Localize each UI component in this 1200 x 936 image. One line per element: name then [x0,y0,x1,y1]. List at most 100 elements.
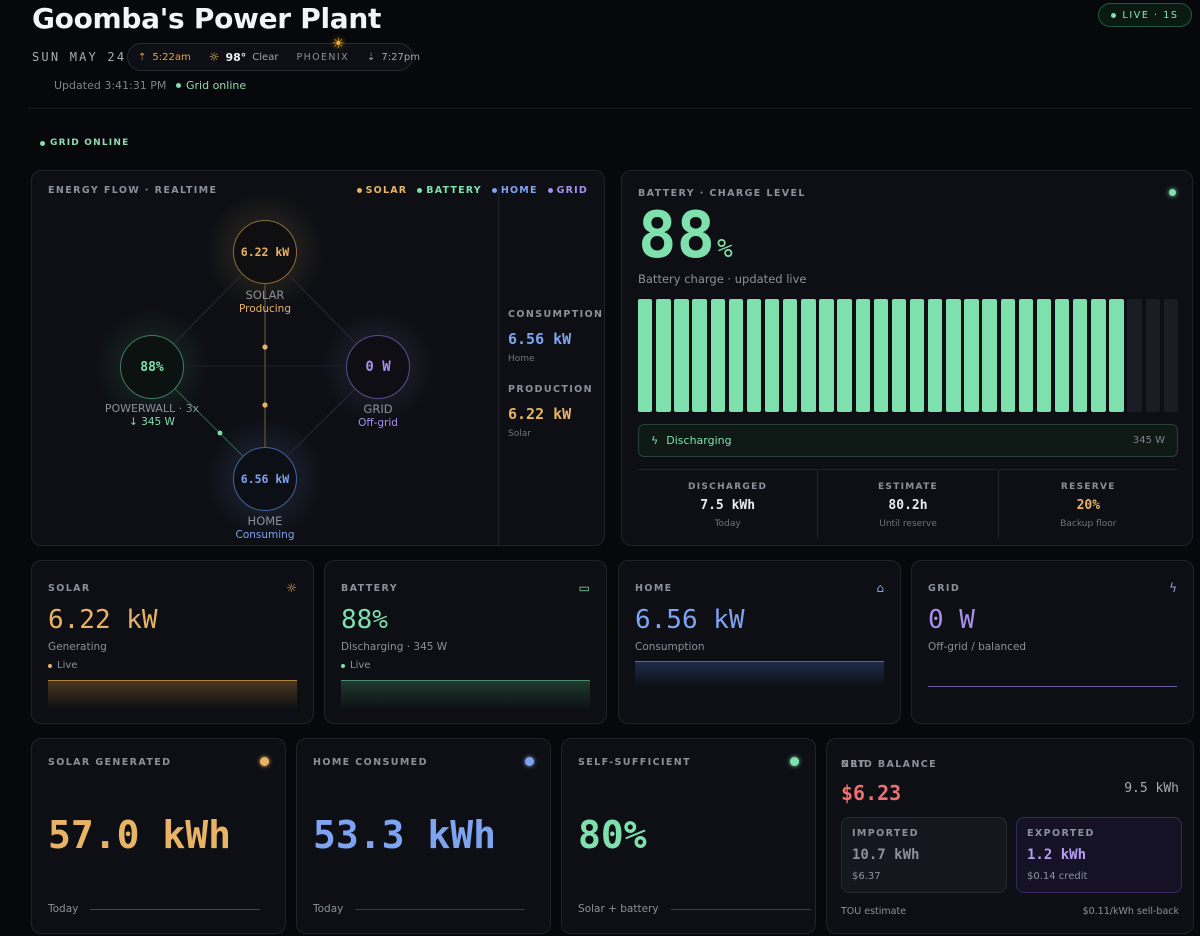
net-label: NET [841,759,867,770]
temperature: 98° [225,50,247,64]
net-value: 9.5 kWh [1124,781,1179,796]
grid-node: 0 W [346,335,410,399]
battery-bar-filled [638,299,653,412]
battery-bar-empty [1163,299,1179,412]
battery-bar-filled [928,299,943,412]
battery-status-dot-icon [1169,189,1176,196]
powerwall-node: 88% [120,335,184,399]
battery-level-unit: % [717,234,733,264]
house-icon: ⌂ [876,581,884,595]
battery-status-power: 345 W [1132,435,1165,446]
status-dot-icon [176,83,181,88]
exported-box: EXPORTED 1.2 kWh $0.14 credit [1016,817,1182,893]
stat-sub: Until reserve [879,519,937,529]
battery-bar-empty [1127,299,1142,412]
metric-label: SOLAR [48,583,91,594]
battery-subtitle: Battery charge · updated live [638,272,807,286]
metric-label: GRID [928,583,961,594]
imported-cost: $6.37 [852,871,881,882]
sunrise-time: 5:22am [152,51,191,63]
exported-label: EXPORTED [1027,828,1095,839]
sun-icon: ☼ [286,581,297,595]
metric-value: 6.56 kW [635,605,745,635]
imported-value: 10.7 kWh [852,847,920,863]
battery-bar-filled [710,299,725,412]
battery-bar-filled [674,299,689,412]
weather-condition: Clear [252,51,279,63]
battery-level-value: 88 [638,199,716,273]
consumption-value: 6.56 kW [508,330,572,348]
battery-bar-filled [873,299,889,412]
total-foot: Today [48,903,261,915]
exported-cost: $0.14 credit [1027,871,1088,882]
grid-online-tag: GRID ONLINE [40,138,129,148]
stat-label: ESTIMATE [877,482,938,492]
stat-reserve: RESERVE 20% Backup floor [999,470,1178,539]
battery-bar-empty [1145,299,1160,412]
live-indicator: Live [48,660,77,671]
battery-title: BATTERY · CHARGE LEVEL [638,188,806,199]
home-node: 6.56 kW [233,447,297,511]
total-label: HOME CONSUMED [313,757,428,768]
home-label: HOME [247,514,283,528]
total-foot: Solar + battery [578,903,811,915]
total-foot: Today [313,903,526,915]
home-dot-icon [525,757,534,766]
bolt-icon: ϟ [651,434,659,447]
grid-sparkline [928,686,1177,687]
flow-dot-solar [262,402,268,408]
battery-bar-filled [692,299,707,412]
production-summary: PRODUCTION 6.22 kW Solar [508,384,593,439]
powerwall-node-label: POWERWALL · 3x ↓ 345 W [92,402,212,428]
total-label: SELF-SUFFICIENT [578,757,692,768]
self-sufficient-card: SELF-SUFFICIENT 80% Solar + battery [561,738,816,934]
legend-grid: GRID [547,185,588,196]
home-metric-card: HOME ⌂ 6.56 kW Consumption [618,560,901,724]
sunrise-icon: ⇡ [138,51,147,63]
battery-stats: DISCHARGED 7.5 kWh Today ESTIMATE 80.2h … [638,469,1178,539]
sunset-icon: ⇣ [367,51,376,63]
metric-label: BATTERY [341,583,398,594]
metric-sub: Consumption [635,641,705,653]
home-consumed-card: HOME CONSUMED 53.3 kWh Today [296,738,551,934]
battery-bar-filled [783,299,798,412]
battery-bar-filled [1000,299,1015,412]
sun-position-icon: ☀ [332,36,345,52]
metric-sub: Discharging · 345 W [341,641,448,653]
updated-time: Updated 3:41:31 PM [54,79,167,92]
metric-sub: Off-grid / balanced [928,641,1027,653]
sell-back-rate: $0.11/kWh sell-back [1082,906,1179,917]
weather-pill: ⇡ 5:22am ☼ 98° Clear PHOENIX ⇣ 7:27pm [127,43,420,71]
metric-sub: Generating [48,641,107,653]
live-indicator: Live [341,660,370,671]
battery-bar-filled [964,299,979,412]
stat-value: 20% [1076,498,1101,513]
grid-label: GRID [363,402,393,416]
battery-discharging-strip: ϟ Discharging 345 W [638,424,1178,457]
grid-status-text: Off-grid [358,417,398,429]
solar-sparkline [48,680,297,710]
battery-bar-filled [982,299,997,412]
stat-value: 80.2h [888,498,928,513]
production-sub: Solar [508,429,531,439]
live-toggle-button[interactable]: LIVE · 1S [1098,3,1192,27]
grid-status: Grid online [176,79,246,92]
battery-bar-filled [855,299,870,412]
stat-discharged: DISCHARGED 7.5 kWh Today [638,470,819,539]
solar-metric-card: SOLAR ☼ 6.22 kW Generating Live [31,560,314,724]
stat-estimate: ESTIMATE 80.2h Until reserve [818,470,999,539]
battery-icon: ▭ [578,581,590,595]
metric-value: 88% [341,605,388,635]
production-label: PRODUCTION [508,384,593,395]
battery-bar-filled [1091,299,1106,412]
energy-flow-divider [498,187,499,545]
tou-estimate: TOU estimate [841,906,907,917]
total-value: 57.0 kWh [48,813,232,857]
city-label: PHOENIX [296,51,350,63]
battery-bar-filled [1109,299,1124,412]
page-title: Goomba's Power Plant [32,2,382,35]
battery-bar-filled [764,299,780,412]
battery-bar-filled [891,299,907,412]
stat-label: RESERVE [1060,482,1116,492]
imported-label: IMPORTED [852,828,919,839]
